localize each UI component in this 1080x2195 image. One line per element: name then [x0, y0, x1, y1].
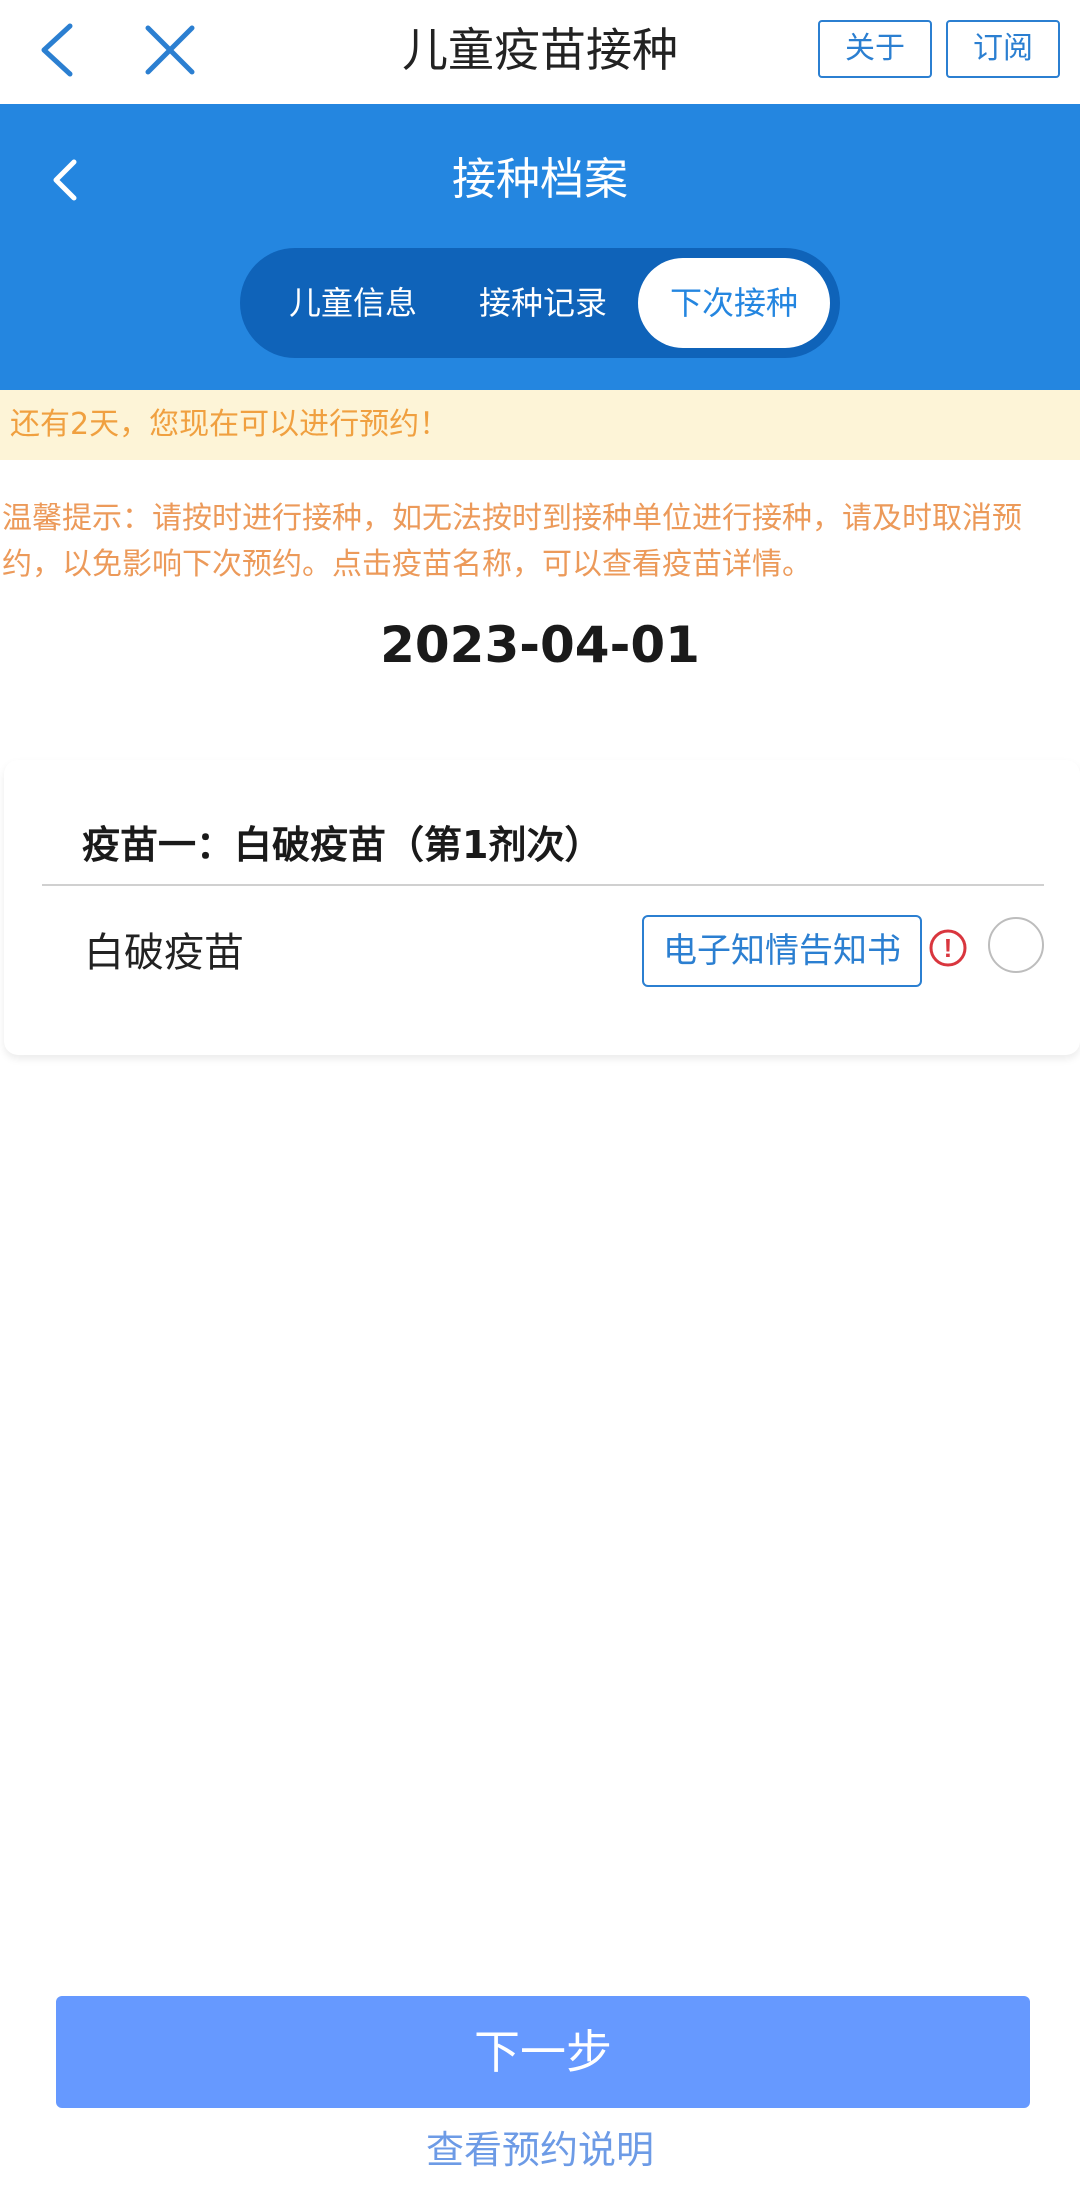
about-button[interactable]: 关于	[818, 20, 932, 78]
tab-next-vaccination[interactable]: 下次接种	[638, 258, 830, 348]
select-radio[interactable]	[988, 917, 1044, 973]
back-icon[interactable]	[30, 18, 94, 82]
app-title: 儿童疫苗接种	[402, 23, 678, 77]
consent-form-button[interactable]: 电子知情告知书	[642, 915, 922, 987]
next-step-button[interactable]: 下一步	[56, 1996, 1030, 2108]
vaccine-card: 疫苗一：白破疫苗（第1剂次） 白破疫苗 电子知情告知书 !	[4, 760, 1080, 1055]
tab-switcher: 儿童信息 接种记录 下次接种	[240, 248, 840, 358]
tab-child-info[interactable]: 儿童信息	[260, 258, 446, 348]
warning-symbol: !	[944, 933, 953, 963]
app-top-bar: 儿童疫苗接种 关于 订阅	[0, 0, 1080, 104]
appointment-date: 2023-04-01	[380, 616, 700, 674]
vaccine-name-link[interactable]: 白破疫苗	[84, 926, 244, 980]
close-icon[interactable]	[138, 18, 202, 82]
subscribe-button[interactable]: 订阅	[946, 20, 1060, 78]
reminder-text: 温馨提示：请按时进行接种，如无法按时到接种单位进行接种，请及时取消预约，以免影响…	[2, 501, 1022, 582]
header-back-icon[interactable]	[44, 152, 84, 208]
page-header: 接种档案 儿童信息 接种记录 下次接种	[0, 104, 1080, 390]
appointment-help-link[interactable]: 查看预约说明	[0, 2122, 1080, 2178]
warning-icon[interactable]: !	[928, 928, 968, 968]
notice-banner: 还有2天，您现在可以进行预约！	[0, 390, 1080, 460]
divider	[42, 884, 1044, 886]
page-title: 接种档案	[452, 154, 628, 205]
tab-vaccination-records[interactable]: 接种记录	[450, 258, 636, 348]
vaccine-heading: 疫苗一：白破疫苗（第1剂次）	[82, 823, 603, 867]
